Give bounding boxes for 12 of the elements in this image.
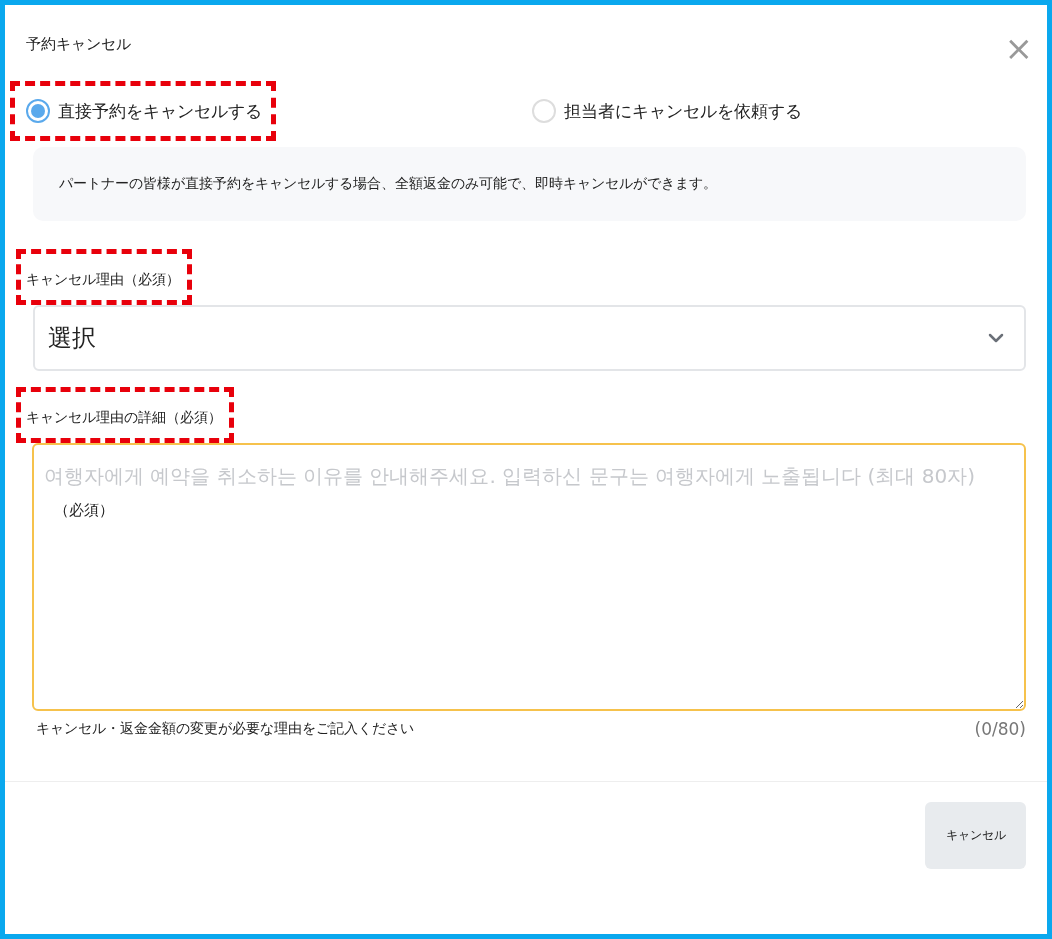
chevron-down-icon	[988, 333, 1004, 343]
field-label: キャンセル理由（必須）	[16, 249, 192, 305]
field-label: キャンセル理由の詳細（必須）	[16, 387, 234, 443]
character-counter: (0/80)	[974, 719, 1026, 739]
radio-option[interactable]: 直接予約をキャンセルする	[10, 81, 276, 141]
dialog-title: 予約キャンセル	[26, 35, 131, 54]
required-note: （必須）	[54, 501, 114, 520]
reason-dropdown[interactable]: 選択	[33, 305, 1026, 371]
help-text: キャンセル・返金金額の変更が必要な理由をご記入ください	[36, 720, 414, 738]
cancel-button[interactable]: キャンセル	[925, 802, 1026, 869]
info-message: パートナーの皆様が直接予約をキャンセルする場合、全額返金のみ可能で、即時キャンセルができます。	[33, 147, 1026, 221]
radio-option[interactable]: 担当者にキャンセルを依頼する	[515, 81, 816, 141]
